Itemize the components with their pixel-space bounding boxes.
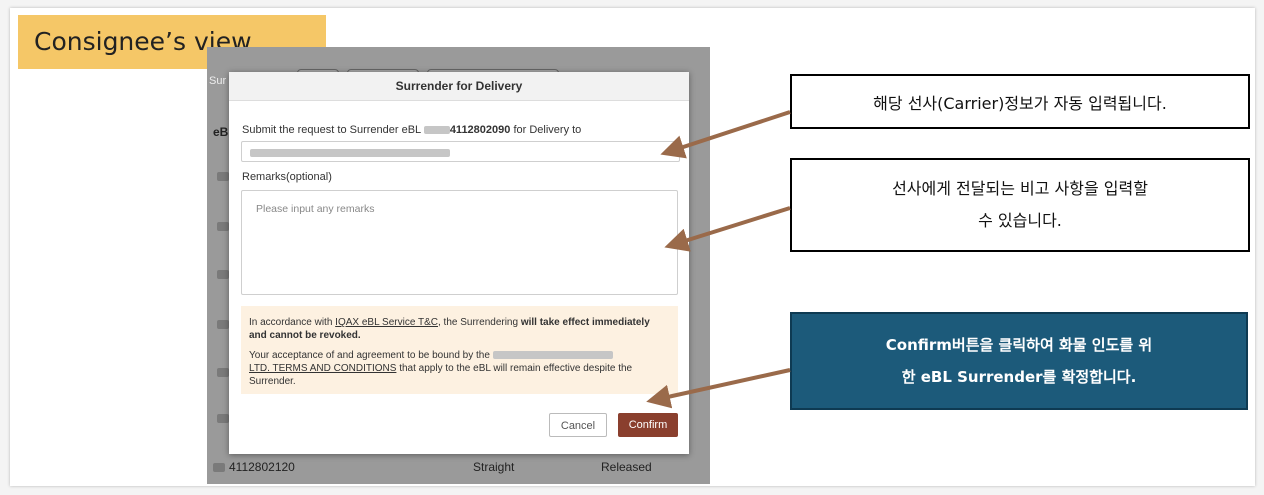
confirm-arrow	[646, 368, 791, 409]
remarks-arrow	[664, 206, 791, 252]
carrier-arrow	[660, 110, 791, 159]
callout-arrows	[646, 110, 791, 409]
